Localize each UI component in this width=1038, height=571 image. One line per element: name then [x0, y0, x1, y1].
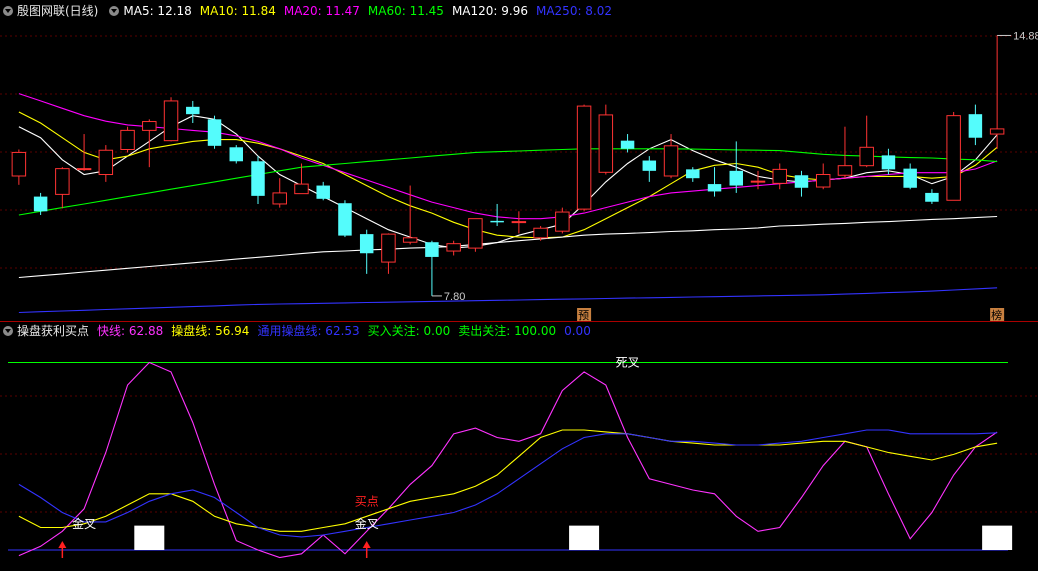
candle-body — [316, 185, 330, 199]
candle-body — [837, 165, 853, 176]
high-price-label: 14.88 — [1013, 30, 1038, 42]
buy-arrow-head — [58, 541, 67, 548]
candle-body — [142, 121, 157, 131]
ma-settings-icon[interactable] — [109, 6, 120, 16]
candle-body — [620, 140, 635, 149]
candle-body — [207, 119, 222, 146]
candle-body — [555, 211, 570, 232]
candle-body — [903, 168, 917, 188]
candle-body — [120, 129, 135, 151]
candle-body — [794, 175, 809, 188]
candle-body — [186, 106, 200, 115]
candle-body — [881, 155, 896, 170]
candle-body — [968, 114, 983, 138]
indicator-line — [18, 429, 998, 532]
candle-body — [272, 192, 287, 205]
low-price-label: 7.80 — [444, 291, 465, 303]
ma10-label: MA10: 11.84 — [199, 4, 276, 18]
buy-watch-label: 买入关注: 0.00 — [367, 324, 451, 338]
candle-body — [76, 168, 92, 171]
ma-line-ma250 — [18, 287, 998, 314]
death-cross-label: 死叉 — [616, 356, 640, 370]
candle-body — [359, 234, 374, 254]
candle-body — [859, 146, 874, 167]
candle-body — [446, 243, 461, 252]
candle-body — [925, 192, 939, 202]
buy-arrow-head — [362, 541, 371, 548]
ma20-label: MA20: 11.47 — [283, 4, 360, 18]
candle-body — [490, 220, 504, 223]
ma5-label: MA5: 12.18 — [123, 4, 192, 18]
indicator-collapse-icon[interactable] — [3, 326, 13, 336]
candle-body — [772, 168, 787, 184]
general-line-label: 通用操盘线: 62.53 — [257, 324, 360, 338]
candle-body — [686, 169, 700, 179]
ma250-label: MA250: 8.02 — [535, 4, 613, 18]
candle-body — [251, 161, 265, 196]
indicator-line — [18, 429, 998, 538]
chart-stage: 14.88 7.80 预榜金叉 金叉 买点 死叉 — [0, 0, 1038, 567]
ma60-label: MA60: 11.45 — [367, 4, 444, 18]
fast-line-label: 快线: 62.88 — [97, 324, 164, 338]
candle-body — [468, 218, 483, 249]
trade-line-label: 操盘线: 56.94 — [171, 324, 250, 338]
candle-body — [425, 242, 439, 257]
indicator-panel-header: 操盘获利买点 快线: 62.88 操盘线: 56.94 通用操盘线: 62.53… — [0, 322, 599, 340]
candle-body — [642, 160, 657, 171]
candle-body — [55, 168, 70, 195]
golden-cross-label: 金叉 — [72, 516, 96, 531]
candle-body — [663, 145, 679, 177]
ma120-label: MA120: 9.96 — [451, 4, 528, 18]
candle-body — [729, 170, 743, 186]
stock-title: 殷图网联(日线) — [17, 4, 99, 18]
candle-body — [707, 184, 722, 192]
candle-body — [163, 100, 179, 142]
signal-block — [982, 525, 1013, 550]
sell-watch-label: 卖出关注: 100.00 — [458, 324, 557, 338]
indicator-line — [18, 361, 998, 559]
candle-body — [946, 115, 961, 201]
golden-cross-label: 金叉 — [355, 516, 379, 531]
candle-body — [750, 180, 766, 183]
buy-point-label: 买点 — [355, 494, 379, 508]
candle-body — [598, 114, 614, 173]
main-panel-header: 殷图网联(日线) MA5: 12.18 MA10: 11.84 MA20: 11… — [0, 2, 620, 20]
collapse-icon[interactable] — [3, 6, 13, 16]
candle-body — [294, 183, 309, 195]
signal-block — [569, 525, 600, 550]
candle-body — [402, 237, 418, 243]
candle-body — [11, 151, 27, 177]
zero-value-label: 0.00 — [564, 324, 591, 338]
candle-body — [511, 221, 527, 224]
indicator-title: 操盘获利买点 — [17, 324, 90, 338]
candle-body — [576, 105, 592, 210]
candle-body — [338, 203, 352, 236]
candle-body — [533, 227, 548, 239]
chart-canvas: 14.887.80预 榜金叉 金叉买点死叉 — [0, 30, 1038, 559]
candle-body — [989, 128, 1005, 135]
ma-line-ma60 — [18, 148, 998, 216]
candle-body — [98, 149, 114, 176]
signal-block — [134, 525, 165, 550]
candle-body — [381, 233, 396, 263]
candle-body — [815, 174, 831, 188]
candle-body — [229, 147, 243, 162]
candle-body — [33, 196, 48, 212]
ranking-badge-text: 榜 — [991, 308, 1002, 322]
